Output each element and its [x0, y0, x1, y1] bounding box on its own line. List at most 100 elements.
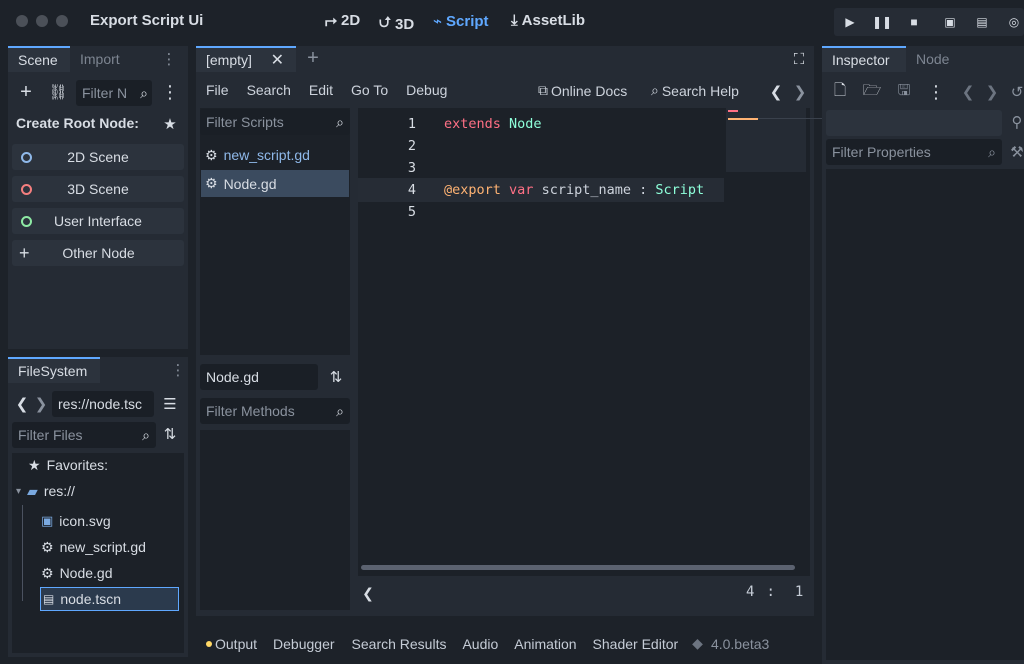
tab-scene[interactable]: Scene [8, 46, 70, 72]
star-icon: ★ [28, 456, 41, 473]
workspace-2d-button[interactable]: ⮣ 2D [325, 12, 360, 29]
stop-icon[interactable]: ■ [906, 14, 922, 30]
user-interface-button[interactable]: User Interface [12, 208, 184, 234]
window-title: Export Script Ui [90, 12, 204, 29]
create-root-label: Create Root Node: [16, 115, 139, 131]
tree-guide-line [22, 505, 23, 601]
script-menu-bar: File Search Edit Go To Debug [206, 82, 447, 98]
menu-go-to[interactable]: Go To [351, 82, 388, 98]
open-folder-icon[interactable]: 🗁 [863, 82, 882, 100]
dock-menu-icon[interactable]: ⋮ [150, 46, 188, 72]
2d-scene-button[interactable]: 2D Scene [12, 144, 184, 170]
fullscreen-icon[interactable]: ⛶ [790, 50, 808, 68]
workspace-script-button[interactable]: ⌁ Script [433, 12, 489, 31]
plus-icon: + [19, 242, 30, 263]
tab-audio[interactable]: Audio [462, 636, 498, 652]
tab-output[interactable]: Output [215, 636, 257, 652]
favorites-item[interactable]: ★ Favorites: [28, 453, 172, 477]
property-tools-icon[interactable]: ⚒ [1010, 142, 1024, 162]
next-script-icon[interactable]: ❯ [794, 84, 807, 101]
search-icon: ⌕ [142, 426, 150, 443]
tab-search-results[interactable]: Search Results [352, 636, 447, 652]
filter-files-input[interactable]: Filter Files ⌕ [12, 422, 156, 448]
tab-shader-editor[interactable]: Shader Editor [593, 636, 679, 652]
dock-menu-icon[interactable]: ⋮ [168, 357, 188, 383]
3d-scene-button[interactable]: 3D Scene [12, 176, 184, 202]
zoom-window-button[interactable] [56, 15, 68, 27]
image-icon: ▣ [41, 513, 54, 528]
file-item-node-tscn[interactable]: ▤ node.tscn [40, 587, 179, 611]
tab-import[interactable]: Import [70, 46, 150, 72]
star-icon[interactable]: ★ [160, 115, 180, 133]
search-help-button[interactable]: ⌕ Search Help [651, 82, 739, 99]
script-item-new-script[interactable]: ⚙ new_script.gd [205, 143, 345, 167]
workspace-3d-button[interactable]: ⮍ 3D [379, 12, 414, 37]
back-icon[interactable]: ❮ [16, 396, 29, 413]
history-forward-icon[interactable]: ❯ [986, 84, 999, 101]
other-node-button[interactable]: + Other Node [12, 240, 184, 266]
play-icon[interactable]: ▶ [842, 14, 858, 30]
file-item-node-gd[interactable]: ⚙ Node.gd [41, 561, 181, 585]
prev-script-icon[interactable]: ❮ [770, 84, 783, 101]
play-custom-scene-icon[interactable]: ▤ [974, 14, 990, 30]
tab-node[interactable]: Node [906, 46, 966, 72]
res-folder-item[interactable]: ▾ ▰ res:// [16, 479, 172, 503]
code-line-1: extends Node [444, 116, 542, 132]
tab-inspector[interactable]: Inspector [822, 46, 906, 72]
script-item-node-gd[interactable]: ⚙ Node.gd [201, 170, 349, 197]
property-list [826, 169, 1024, 660]
inspector-menu-icon[interactable]: ⋮ [927, 82, 945, 102]
sort-icon[interactable]: ⇅ [160, 425, 180, 443]
2d-node-icon [21, 151, 32, 163]
current-script-label: Node.gd [200, 364, 318, 390]
save-icon[interactable]: 🖫 [896, 82, 912, 100]
file-item-icon-svg[interactable]: ▣ icon.svg [41, 509, 181, 533]
menu-edit[interactable]: Edit [309, 82, 333, 98]
pause-icon[interactable]: ❚❚ [872, 14, 892, 30]
new-resource-icon[interactable]: 🗋 [832, 82, 848, 100]
scene-icon: ▤ [43, 592, 55, 606]
file-item-new-script[interactable]: ⚙ new_script.gd [41, 535, 181, 559]
gear-icon: ⚙ [41, 538, 54, 555]
split-mode-icon[interactable]: ☰ [160, 395, 180, 413]
tab-debugger[interactable]: Debugger [273, 636, 335, 652]
scene-menu-icon[interactable]: ⋮ [160, 82, 180, 102]
forward-icon[interactable]: ❯ [35, 396, 48, 413]
online-docs-button[interactable]: ⧉ Online Docs [538, 82, 627, 99]
minimize-window-button[interactable] [36, 15, 48, 27]
scene-filter-input[interactable]: Filter N ⌕ [76, 80, 152, 106]
workspace-assetlib-button[interactable]: ⤓ AssetLib [511, 12, 585, 29]
add-node-icon[interactable]: + [16, 81, 36, 103]
filter-scripts-input[interactable]: Filter Scripts ⌕ [200, 109, 350, 135]
play-scene-icon[interactable]: ▣ [942, 14, 958, 30]
script-icon: ⌁ [433, 13, 443, 30]
horizontal-scrollbar[interactable] [361, 565, 795, 570]
menu-file[interactable]: File [206, 82, 229, 98]
movie-maker-icon[interactable]: ◎ [1006, 14, 1022, 30]
history-back-icon[interactable]: ❮ [962, 84, 975, 101]
version-label: 4.0.beta3 [710, 635, 770, 652]
tab-animation[interactable]: Animation [514, 636, 576, 652]
search-icon: ⌕ [140, 84, 148, 101]
menu-search[interactable]: Search [247, 82, 291, 98]
gear-icon: ⚙ [41, 564, 54, 581]
link-icon[interactable]: ⛓ [48, 82, 68, 102]
menu-debug[interactable]: Debug [406, 82, 447, 98]
inspector-dock-tabs: Inspector Node [822, 46, 1024, 72]
sort-methods-icon[interactable]: ⇅ [326, 368, 346, 386]
new-tab-icon[interactable]: + [304, 47, 322, 69]
cursor-position: 4 : 1 [746, 584, 804, 600]
object-selector[interactable] [826, 110, 1002, 136]
filesystem-dock-tabs: FileSystem ⋮ [8, 357, 188, 383]
object-menu-icon[interactable]: ⚲ [1010, 112, 1024, 132]
close-icon[interactable]: ✕ [271, 50, 284, 70]
filter-methods-input[interactable]: Filter Methods ⌕ [200, 398, 350, 424]
history-icon[interactable]: ↺ [1010, 84, 1024, 101]
tab-empty[interactable]: [empty] ✕ [196, 46, 296, 72]
close-window-button[interactable] [16, 15, 28, 27]
tab-filesystem[interactable]: FileSystem [8, 357, 100, 383]
toggle-scripts-panel-icon[interactable]: ❮ [362, 584, 374, 602]
scene-dock-tabs: Scene Import ⋮ [8, 46, 188, 72]
filter-properties-input[interactable]: Filter Properties ⌕ [826, 139, 1002, 165]
path-input[interactable]: res://node.tsc [52, 391, 154, 417]
